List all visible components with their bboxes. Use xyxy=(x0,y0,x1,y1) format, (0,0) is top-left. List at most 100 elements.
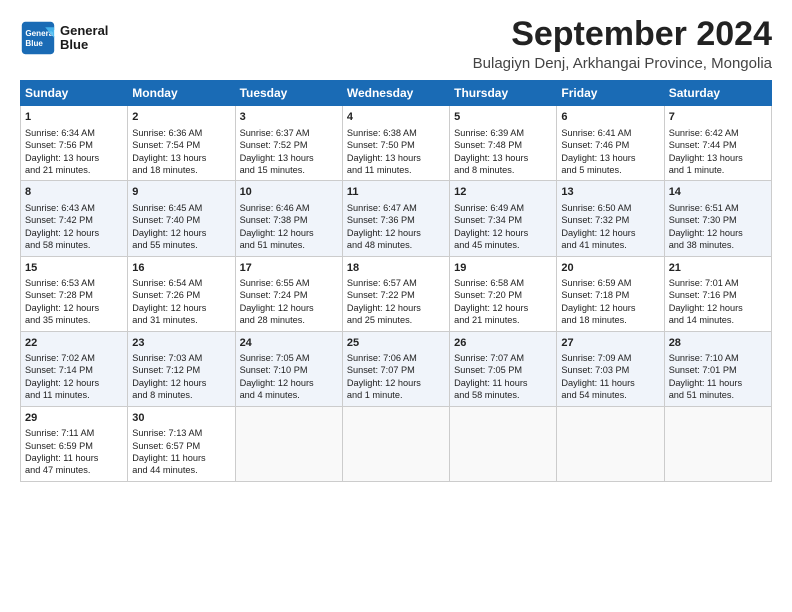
day-number: 25 xyxy=(347,336,445,351)
calendar-cell: 11Sunrise: 6:47 AMSunset: 7:36 PMDayligh… xyxy=(342,181,449,256)
header-row: SundayMondayTuesdayWednesdayThursdayFrid… xyxy=(21,81,772,106)
calendar-cell: 10Sunrise: 6:46 AMSunset: 7:38 PMDayligh… xyxy=(235,181,342,256)
logo-icon: General Blue xyxy=(20,20,56,56)
col-header-saturday: Saturday xyxy=(664,81,771,106)
calendar-cell xyxy=(557,406,664,481)
cell-details: Sunrise: 6:57 AMSunset: 7:22 PMDaylight:… xyxy=(347,277,445,327)
day-number: 14 xyxy=(669,185,767,200)
day-number: 8 xyxy=(25,185,123,200)
calendar-cell: 18Sunrise: 6:57 AMSunset: 7:22 PMDayligh… xyxy=(342,256,449,331)
calendar-cell: 14 Sunrise: 6:51 AMSunset: 7:30 PMDayligh… xyxy=(664,181,771,256)
calendar-cell xyxy=(664,406,771,481)
calendar-cell: 30Sunrise: 7:13 AMSunset: 6:57 PMDayligh… xyxy=(128,406,235,481)
calendar-cell: 24Sunrise: 7:05 AMSunset: 7:10 PMDayligh… xyxy=(235,331,342,406)
calendar-cell: 8Sunrise: 6:43 AMSunset: 7:42 PMDaylight… xyxy=(21,181,128,256)
day-number: 1 xyxy=(25,110,123,125)
calendar-cell: 17Sunrise: 6:55 AMSunset: 7:24 PMDayligh… xyxy=(235,256,342,331)
calendar-cell: 6 Sunrise: 6:41 AMSunset: 7:46 PMDaylight… xyxy=(557,106,664,181)
week-row-5: 29Sunrise: 7:11 AMSunset: 6:59 PMDayligh… xyxy=(21,406,772,481)
main-title: September 2024 xyxy=(473,16,772,53)
col-header-friday: Friday xyxy=(557,81,664,106)
subtitle: Bulagiyn Denj, Arkhangai Province, Mongo… xyxy=(473,55,772,72)
calendar-cell: 20Sunrise: 6:59 AMSunset: 7:18 PMDayligh… xyxy=(557,256,664,331)
day-number: 28 xyxy=(669,336,767,351)
day-number: 22 xyxy=(25,336,123,351)
cell-details: Sunrise: 6:55 AMSunset: 7:24 PMDaylight:… xyxy=(240,277,338,327)
calendar-cell: 26Sunrise: 7:07 AMSunset: 7:05 PMDayligh… xyxy=(450,331,557,406)
logo: General Blue General Blue xyxy=(20,20,108,56)
cell-details: Sunrise: 6:45 AMSunset: 7:40 PMDaylight:… xyxy=(132,202,230,252)
calendar-cell xyxy=(342,406,449,481)
calendar-cell: 1 Sunrise: 6:34 AMSunset: 7:56 PMDaylight… xyxy=(21,106,128,181)
day-number: 13 xyxy=(561,185,659,200)
cell-details: Sunrise: 7:07 AMSunset: 7:05 PMDaylight:… xyxy=(454,352,552,402)
col-header-thursday: Thursday xyxy=(450,81,557,106)
cell-details: Sunrise: 6:59 AMSunset: 7:18 PMDaylight:… xyxy=(561,277,659,327)
cell-details: Sunrise: 7:06 AMSunset: 7:07 PMDaylight:… xyxy=(347,352,445,402)
week-row-2: 8Sunrise: 6:43 AMSunset: 7:42 PMDaylight… xyxy=(21,181,772,256)
calendar-cell: 19Sunrise: 6:58 AMSunset: 7:20 PMDayligh… xyxy=(450,256,557,331)
day-number: 27 xyxy=(561,336,659,351)
col-header-wednesday: Wednesday xyxy=(342,81,449,106)
calendar-cell: 15Sunrise: 6:53 AMSunset: 7:28 PMDayligh… xyxy=(21,256,128,331)
calendar-cell: 22Sunrise: 7:02 AMSunset: 7:14 PMDayligh… xyxy=(21,331,128,406)
col-header-tuesday: Tuesday xyxy=(235,81,342,106)
cell-details: Sunrise: 6:46 AMSunset: 7:38 PMDaylight:… xyxy=(240,202,338,252)
day-number: 30 xyxy=(132,411,230,426)
col-header-sunday: Sunday xyxy=(21,81,128,106)
col-header-monday: Monday xyxy=(128,81,235,106)
day-number: 4 xyxy=(347,110,445,125)
calendar-cell xyxy=(235,406,342,481)
cell-details: Sunrise: 6:54 AMSunset: 7:26 PMDaylight:… xyxy=(132,277,230,327)
week-row-3: 15Sunrise: 6:53 AMSunset: 7:28 PMDayligh… xyxy=(21,256,772,331)
cell-details: Sunrise: 7:09 AMSunset: 7:03 PMDaylight:… xyxy=(561,352,659,402)
cell-details: Sunrise: 6:36 AMSunset: 7:54 PMDaylight:… xyxy=(132,127,230,177)
calendar-cell: 29Sunrise: 7:11 AMSunset: 6:59 PMDayligh… xyxy=(21,406,128,481)
cell-details: Sunrise: 6:34 AMSunset: 7:56 PMDaylight:… xyxy=(25,127,123,177)
calendar-cell: 27Sunrise: 7:09 AMSunset: 7:03 PMDayligh… xyxy=(557,331,664,406)
day-number: 20 xyxy=(561,261,659,276)
calendar-cell: 4 Sunrise: 6:38 AMSunset: 7:50 PMDaylight… xyxy=(342,106,449,181)
cell-details: Sunrise: 7:10 AMSunset: 7:01 PMDaylight:… xyxy=(669,352,767,402)
day-number: 17 xyxy=(240,261,338,276)
cell-details: Sunrise: 7:01 AMSunset: 7:16 PMDaylight:… xyxy=(669,277,767,327)
day-number: 21 xyxy=(669,261,767,276)
calendar-cell: 16Sunrise: 6:54 AMSunset: 7:26 PMDayligh… xyxy=(128,256,235,331)
calendar-cell: 25Sunrise: 7:06 AMSunset: 7:07 PMDayligh… xyxy=(342,331,449,406)
day-number: 7 xyxy=(669,110,767,125)
page: General Blue General Blue September 2024… xyxy=(0,0,792,492)
logo-line2: Blue xyxy=(60,38,108,52)
calendar-cell: 9Sunrise: 6:45 AMSunset: 7:40 PMDaylight… xyxy=(128,181,235,256)
week-row-4: 22Sunrise: 7:02 AMSunset: 7:14 PMDayligh… xyxy=(21,331,772,406)
day-number: 29 xyxy=(25,411,123,426)
cell-details: Sunrise: 6:51 AMSunset: 7:30 PMDaylight:… xyxy=(669,202,767,252)
cell-details: Sunrise: 6:53 AMSunset: 7:28 PMDaylight:… xyxy=(25,277,123,327)
day-number: 16 xyxy=(132,261,230,276)
day-number: 26 xyxy=(454,336,552,351)
day-number: 2 xyxy=(132,110,230,125)
calendar-cell: 2 Sunrise: 6:36 AMSunset: 7:54 PMDaylight… xyxy=(128,106,235,181)
day-number: 23 xyxy=(132,336,230,351)
cell-details: Sunrise: 6:42 AMSunset: 7:44 PMDaylight:… xyxy=(669,127,767,177)
logo-line1: General xyxy=(60,24,108,38)
day-number: 5 xyxy=(454,110,552,125)
calendar-table: SundayMondayTuesdayWednesdayThursdayFrid… xyxy=(20,80,772,481)
day-number: 19 xyxy=(454,261,552,276)
cell-details: Sunrise: 6:58 AMSunset: 7:20 PMDaylight:… xyxy=(454,277,552,327)
day-number: 3 xyxy=(240,110,338,125)
cell-details: Sunrise: 6:38 AMSunset: 7:50 PMDaylight:… xyxy=(347,127,445,177)
day-number: 12 xyxy=(454,185,552,200)
day-number: 6 xyxy=(561,110,659,125)
cell-details: Sunrise: 6:39 AMSunset: 7:48 PMDaylight:… xyxy=(454,127,552,177)
cell-details: Sunrise: 6:41 AMSunset: 7:46 PMDaylight:… xyxy=(561,127,659,177)
calendar-cell xyxy=(450,406,557,481)
day-number: 18 xyxy=(347,261,445,276)
day-number: 15 xyxy=(25,261,123,276)
cell-details: Sunrise: 7:11 AMSunset: 6:59 PMDaylight:… xyxy=(25,427,123,477)
header: General Blue General Blue September 2024… xyxy=(20,16,772,72)
cell-details: Sunrise: 7:03 AMSunset: 7:12 PMDaylight:… xyxy=(132,352,230,402)
calendar-cell: 3 Sunrise: 6:37 AMSunset: 7:52 PMDaylight… xyxy=(235,106,342,181)
cell-details: Sunrise: 6:37 AMSunset: 7:52 PMDaylight:… xyxy=(240,127,338,177)
calendar-cell: 13Sunrise: 6:50 AMSunset: 7:32 PMDayligh… xyxy=(557,181,664,256)
day-number: 24 xyxy=(240,336,338,351)
